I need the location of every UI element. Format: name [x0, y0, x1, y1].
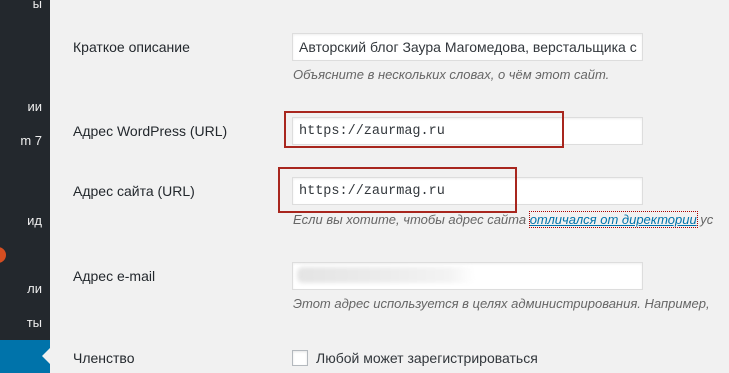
highlight-box: [284, 111, 564, 148]
email-label: Адрес e-mail: [73, 268, 156, 284]
site-url-description-tail: ус: [696, 212, 714, 227]
sidebar-item[interactable]: ли: [27, 281, 42, 296]
sidebar-item[interactable]: m 7: [20, 133, 42, 148]
membership-checkbox-label[interactable]: Любой может зарегистрироваться: [316, 350, 538, 366]
tagline-label: Краткое описание: [73, 39, 190, 55]
site-url-label: Адрес сайта (URL): [73, 183, 195, 199]
sidebar-item[interactable]: ии: [27, 99, 42, 114]
email-description: Этот адрес используется в целях админист…: [293, 296, 710, 311]
sidebar-item[interactable]: ты: [27, 315, 42, 330]
membership-checkbox[interactable]: [292, 350, 308, 366]
sidebar-item[interactable]: ид: [27, 213, 42, 228]
admin-sidebar: ы ии m 7 ид ли ты: [0, 0, 50, 373]
blurred-email-value: [297, 267, 475, 283]
tagline-input[interactable]: Авторский блог Заура Магомедова, верстал…: [292, 33, 643, 61]
directory-link[interactable]: отличался от директории: [528, 211, 698, 228]
sidebar-item[interactable]: ы: [33, 0, 42, 11]
site-url-description: Если вы хотите, чтобы адрес сайта отлича…: [293, 211, 714, 228]
site-url-description-text: Если вы хотите, чтобы адрес сайта: [293, 212, 530, 227]
wp-url-label: Адрес WordPress (URL): [73, 123, 228, 139]
active-menu-arrow: [42, 348, 50, 364]
membership-label: Членство: [73, 350, 135, 366]
tagline-description: Объясните в нескольких словах, о чём это…: [293, 67, 610, 82]
highlight-box: [278, 167, 517, 213]
notification-badge: [0, 247, 6, 263]
